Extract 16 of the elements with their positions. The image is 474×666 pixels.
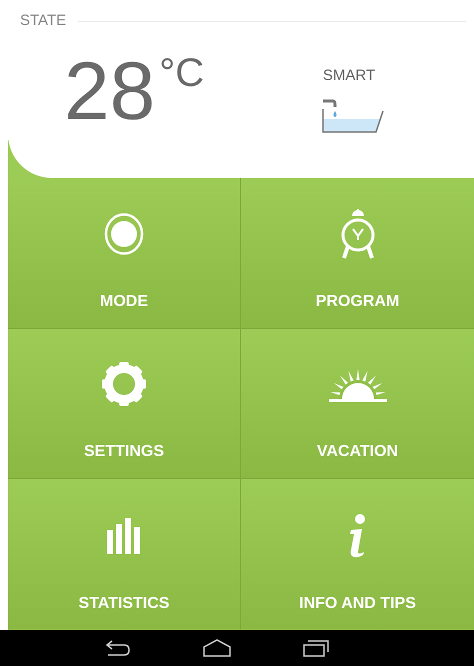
- menu-tile[interactable]: SETTINGS: [8, 328, 241, 480]
- radio-icon: [104, 212, 144, 255]
- alarm-clock-icon: [340, 208, 376, 260]
- mode-value: SMART: [322, 66, 376, 86]
- home-icon[interactable]: [202, 639, 232, 657]
- menu-tile[interactable]: MODE: [8, 178, 241, 329]
- bar-chart-icon: [107, 518, 141, 554]
- section-title: STATE: [20, 11, 66, 31]
- back-icon[interactable]: [104, 639, 132, 657]
- temperature-value: 28: [64, 50, 156, 132]
- recent-apps-icon[interactable]: [302, 639, 330, 657]
- menu-tile[interactable]: STATISTICS: [8, 479, 241, 630]
- bathtub-icon: [321, 99, 385, 135]
- gear-icon: [101, 360, 147, 408]
- info-icon: [348, 514, 368, 558]
- temperature-unit: °C: [159, 52, 204, 92]
